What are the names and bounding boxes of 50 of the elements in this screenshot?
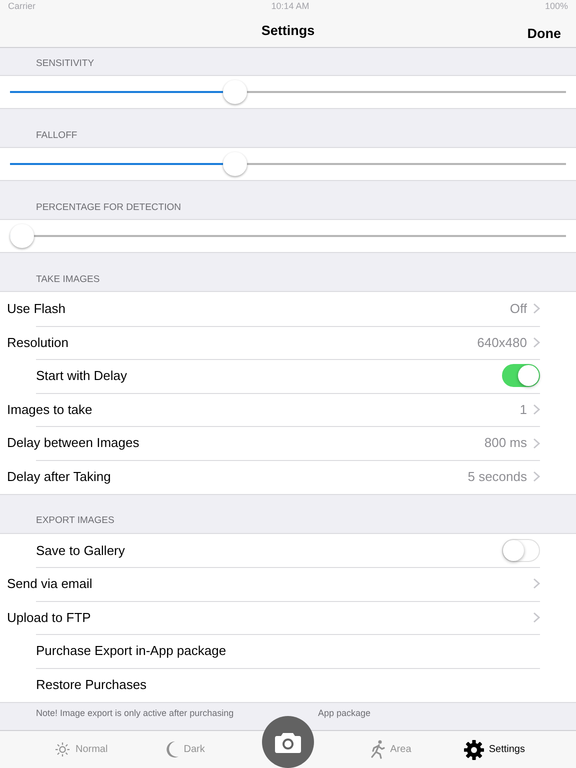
section-header: FALLOFF xyxy=(36,128,78,143)
page-title: Settings xyxy=(261,22,315,40)
row-value: 5 seconds xyxy=(468,468,527,486)
toggle-switch[interactable] xyxy=(502,538,540,562)
tab-item[interactable]: Settings xyxy=(464,740,525,760)
action-link[interactable]: Restore Purchases xyxy=(36,674,147,694)
row-label: Upload to FTP xyxy=(7,608,91,627)
row-label: Save to Gallery xyxy=(36,542,125,560)
row-label: Delay between Images xyxy=(7,434,140,452)
toggle-switch[interactable] xyxy=(502,364,540,388)
chevron-icon xyxy=(533,404,540,416)
row-label: Send via email xyxy=(7,575,92,594)
section-header: EXPORT IMAGES xyxy=(36,514,114,528)
chevron-icon xyxy=(533,303,540,314)
slider[interactable] xyxy=(10,223,566,249)
section-header: SENSITIVITY xyxy=(36,56,94,71)
slider[interactable] xyxy=(10,151,566,177)
done-button[interactable]: Done xyxy=(527,24,561,44)
row-label: Images to take xyxy=(7,400,92,419)
row-value: Off xyxy=(510,300,527,318)
slider-thumb[interactable] xyxy=(222,80,247,104)
row-value: 1 xyxy=(520,400,527,419)
row-label: Delay after Taking xyxy=(7,468,111,486)
gear-icon xyxy=(464,740,484,760)
slider[interactable] xyxy=(10,79,566,105)
slider-thumb[interactable] xyxy=(10,224,34,248)
row-label: Use Flash xyxy=(7,300,66,318)
section-header: TAKE IMAGES xyxy=(36,272,100,287)
moon-icon xyxy=(164,741,179,758)
chevron-icon xyxy=(533,612,540,624)
carrier-text: Carrier xyxy=(8,0,36,14)
row-value: 640x480 xyxy=(477,334,527,352)
section-header: PERCENTAGE FOR DETECTION xyxy=(36,200,181,215)
chevron-icon xyxy=(533,438,540,449)
slider-thumb[interactable] xyxy=(222,152,247,176)
chevron-icon xyxy=(533,471,540,482)
row-label: Start with Delay xyxy=(36,367,128,386)
runner-icon xyxy=(371,740,386,759)
note-text: App package xyxy=(318,706,371,720)
clock-text: 10:14 AM xyxy=(271,0,310,14)
sun-icon xyxy=(55,742,70,757)
chevron-icon xyxy=(533,336,540,348)
row-label: Resolution xyxy=(7,334,68,352)
row-value: 800 ms xyxy=(484,434,527,452)
note-text: Note! Image export is only active after purchasing xyxy=(36,706,235,720)
camera-icon xyxy=(275,732,301,752)
chevron-icon xyxy=(533,578,540,590)
action-link[interactable]: Purchase Export in-App package xyxy=(36,641,226,661)
camera-button[interactable] xyxy=(262,716,314,768)
battery-text: 100% xyxy=(544,0,568,14)
